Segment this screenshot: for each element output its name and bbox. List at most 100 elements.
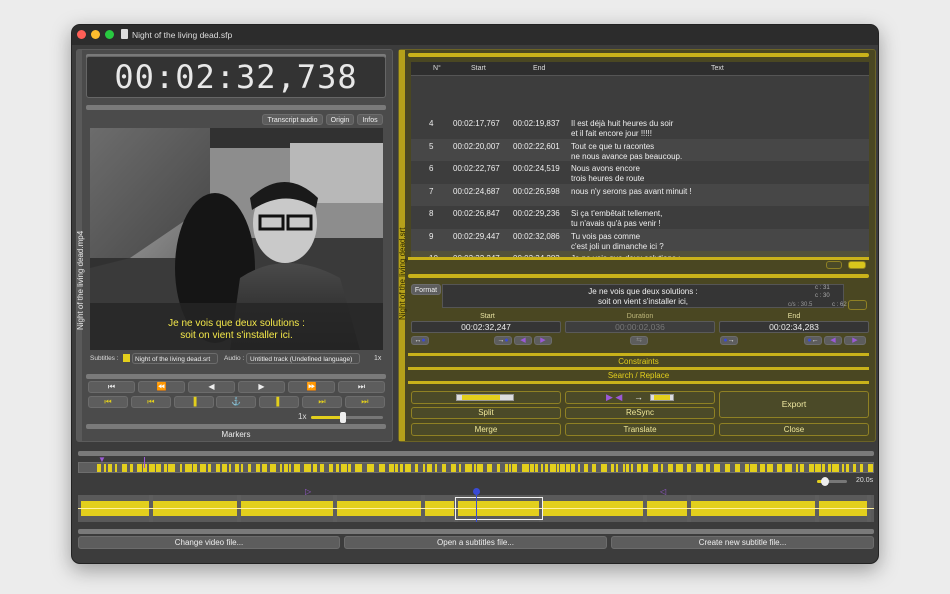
rewind-button[interactable]: ⏪ [138, 381, 185, 393]
row-text: Tu vois pas comme c'est joli un dimanche … [571, 232, 664, 252]
overview-mark [578, 464, 580, 472]
skip-to-end-button[interactable]: ⏭ [338, 381, 385, 393]
overview-mark [320, 464, 324, 472]
start-marker-button[interactable]: ◀ [514, 336, 532, 345]
create-subtitle-button[interactable]: Create new subtitle file... [611, 536, 874, 549]
speed-slider-handle[interactable] [340, 412, 347, 423]
row-text-line-2: tu n'avais qu'à pas venir ! [571, 219, 661, 228]
end-shift-button[interactable]: ●← [804, 336, 822, 345]
audio-track-select[interactable]: Untitled track (Undefined language) [246, 353, 360, 364]
overview-mark [435, 464, 437, 472]
end-marker-snap-button[interactable]: ▶ [844, 336, 866, 345]
table-row[interactable]: 9 00:02:29,447 00:02:32,086 Tu vois pas com… [411, 228, 869, 252]
translate-button[interactable]: Translate [565, 423, 715, 436]
duration-field[interactable]: 00:00:02,036 [565, 321, 715, 333]
overview-mark [336, 464, 339, 472]
overview-marker-icon[interactable]: ▼ [98, 455, 106, 464]
end-time-field[interactable]: 00:02:34,283 [719, 321, 869, 333]
previous-subtitle-button[interactable]: ⏮ [88, 396, 128, 408]
zoom-window-button[interactable] [105, 30, 114, 39]
overview-mark [97, 464, 101, 472]
infos-button[interactable]: Infos [357, 114, 383, 125]
speed-slider[interactable] [311, 412, 383, 423]
table-row[interactable]: 5 00:02:20,007 00:02:22,601 Tout ce que tu … [411, 138, 869, 161]
export-button[interactable]: Export [719, 391, 869, 418]
table-row[interactable]: 4 00:02:17,767 00:02:19,837 Il est déjà hui… [411, 116, 869, 138]
overview-mark [842, 464, 844, 472]
last-subtitle-button[interactable]: ⏭ [344, 396, 385, 408]
jump-end-button[interactable]: ▌ [259, 396, 300, 408]
column-start[interactable]: Start [471, 64, 486, 74]
overview-mark [115, 464, 117, 472]
overview-mark [395, 464, 398, 472]
jump-start-button[interactable]: ▐ [173, 396, 214, 408]
play-icon: ▶ [258, 382, 265, 391]
overview-mark [341, 464, 347, 472]
subtitle-text-editor[interactable]: Je ne vois que deux solutions : soit on … [442, 284, 844, 308]
duration-lock-button[interactable]: ⇆ [630, 336, 648, 345]
minimize-window-button[interactable] [91, 30, 100, 39]
waveform-cursor-handle[interactable] [473, 488, 480, 495]
start-nudge-back-button[interactable]: ↔● [411, 336, 429, 345]
previous-frame-icon: ⏮ [147, 397, 155, 406]
overview-mark [623, 464, 625, 472]
row-text: Nous avons encore trois heures de route [571, 164, 644, 184]
play-backward-button[interactable]: ◀ [188, 381, 235, 393]
change-video-button[interactable]: Change video file... [78, 536, 340, 549]
editor-option-button[interactable] [848, 300, 867, 310]
overview-mark [451, 464, 456, 472]
open-subtitles-button[interactable]: Open a subtitles file... [344, 536, 607, 549]
start-time-field[interactable]: 00:02:32,247 [411, 321, 561, 333]
overview-timeline[interactable] [78, 462, 874, 473]
table-row[interactable]: 8 00:02:26,847 00:02:29,236 Si ça t'embêtai… [411, 206, 869, 228]
close-window-button[interactable] [77, 30, 86, 39]
skip-to-start-button[interactable]: ⏮ [88, 381, 135, 393]
fast-forward-button[interactable]: ⏩ [288, 381, 335, 393]
selected-subtitle-region[interactable] [455, 497, 543, 520]
close-button[interactable]: Close [719, 423, 869, 436]
search-replace-toggle[interactable]: Search / Replace [408, 371, 869, 380]
overview-cursor [144, 457, 145, 468]
row-start-time: 00:02:17,767 [453, 119, 500, 128]
next-subtitle-button[interactable]: ⏭ [302, 396, 342, 408]
table-row[interactable]: 7 00:02:24,687 00:02:26,598 nous n'y serons… [411, 183, 869, 206]
constraints-toggle[interactable]: Constraints [408, 357, 869, 366]
waveform-start-marker[interactable]: ▷ [305, 487, 311, 496]
end-nudge-button[interactable]: ●→ [720, 336, 738, 345]
overview-mark [442, 464, 446, 472]
overview-mark [545, 464, 548, 472]
resync-button[interactable]: ReSync [565, 407, 715, 419]
duration-label: Duration [626, 313, 654, 320]
start-marker-snap-button[interactable]: ▶ [534, 336, 552, 345]
overview-mark [777, 464, 782, 472]
overview-mark [262, 464, 267, 472]
merge-button[interactable]: Merge [411, 423, 561, 436]
table-option-button-active[interactable] [848, 261, 866, 269]
overview-mark [487, 464, 492, 472]
line2-char-count: c : 30 [815, 293, 830, 299]
subtitles-select[interactable]: Night of the living dead.srt [132, 353, 218, 364]
play-button[interactable]: ▶ [238, 381, 285, 393]
marker-button[interactable]: ⚓ [216, 396, 257, 408]
end-marker-button[interactable]: ◀ [824, 336, 842, 345]
zoom-slider[interactable] [817, 477, 847, 486]
video-frame[interactable]: Je ne vois que deux solutions : soit on … [90, 128, 383, 350]
column-end[interactable]: End [533, 64, 545, 74]
origin-button[interactable]: Origin [326, 114, 354, 125]
overview-subtitle-marks [79, 464, 875, 472]
waveform-end-marker[interactable]: ◁ [660, 487, 666, 496]
table-row[interactable]: 6 00:02:22,767 00:02:24,519 Nous avons enco… [411, 161, 869, 183]
column-num[interactable]: N° [433, 64, 441, 74]
overview-mark [706, 464, 710, 472]
start-shift-button[interactable]: →● [494, 336, 512, 345]
format-button[interactable]: Format [411, 284, 441, 295]
separator [408, 353, 869, 356]
previous-frame-button[interactable]: ⏮ [130, 396, 171, 408]
table-option-button[interactable] [826, 261, 842, 269]
overview-mark [164, 464, 167, 472]
overview-mark [156, 464, 161, 472]
transcript-audio-button[interactable]: Transcript audio [262, 114, 323, 125]
split-button[interactable]: Split [411, 407, 561, 419]
column-text[interactable]: Text [711, 64, 724, 74]
zoom-slider-handle[interactable] [820, 477, 829, 486]
